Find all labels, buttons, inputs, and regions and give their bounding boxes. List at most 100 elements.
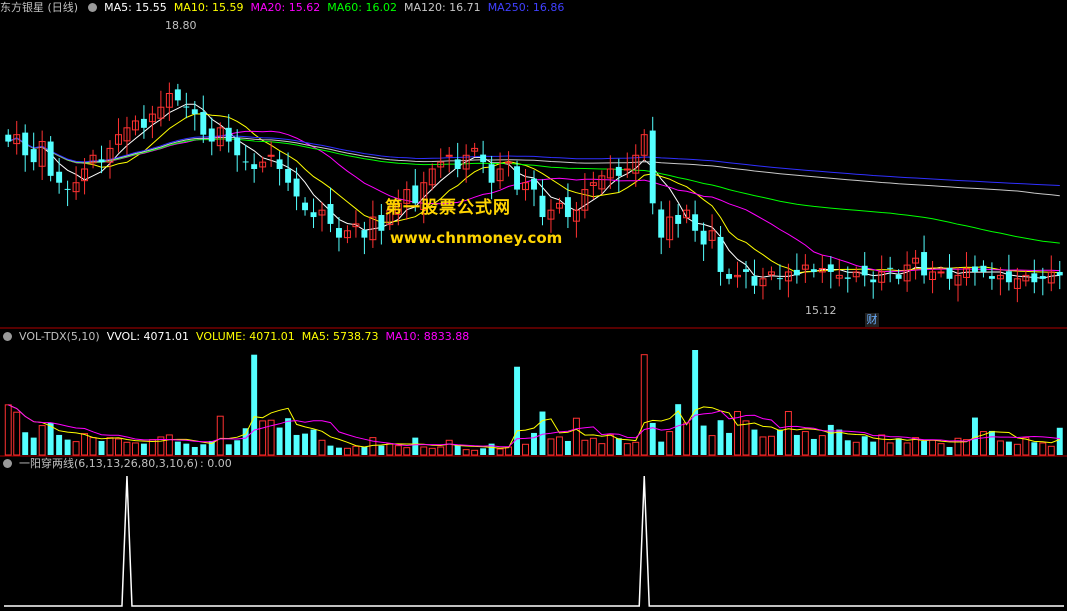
- candle-body: [225, 127, 232, 142]
- volume-bar: [1056, 427, 1063, 455]
- ma20-label: MA20: 15.62: [250, 1, 321, 14]
- candle-body: [514, 166, 521, 190]
- volume-bar: [844, 440, 851, 455]
- volume-bar: [623, 443, 631, 456]
- volume-bar: [165, 434, 173, 456]
- volume-bar: [4, 404, 12, 456]
- volume-bar: [1047, 445, 1055, 456]
- volume-bar: [428, 447, 436, 456]
- ma10-label: MA10: 15.59: [173, 1, 244, 14]
- toggle-icon[interactable]: [3, 332, 12, 341]
- volume-bar: [225, 444, 232, 455]
- vol-ma10-label: MA10: 8833.88: [385, 330, 470, 343]
- volume-bar: [335, 447, 342, 455]
- indicator-title: 一阳穿两线(6,13,13,26,80,3,10,6): [19, 457, 199, 470]
- volume-bar: [572, 417, 580, 456]
- volume-bar: [200, 444, 207, 455]
- candle-body: [183, 106, 190, 108]
- volume-bar: [403, 447, 411, 456]
- volume-bar: [606, 434, 614, 456]
- volume-bar: [352, 445, 360, 456]
- volume-bar: [615, 438, 622, 455]
- volume-bar: [234, 440, 241, 455]
- candle-body: [793, 269, 800, 276]
- volume-bar: [318, 439, 326, 456]
- volume-bar: [183, 443, 190, 455]
- candle-body: [887, 267, 894, 269]
- volume-bar: [692, 350, 699, 455]
- vvol-label: VVOL: 4071.01: [106, 330, 190, 343]
- volume-bar: [462, 449, 470, 456]
- ma60-label: MA60: 16.02: [327, 1, 397, 14]
- candle-body: [302, 202, 309, 211]
- candle-body: [743, 269, 749, 272]
- candle-body: [480, 154, 487, 163]
- candle-body: [615, 166, 622, 176]
- indicator-line: [4, 475, 1064, 607]
- volume-bar: [72, 441, 80, 456]
- signal-line: [4, 475, 1064, 607]
- volume-bar: [98, 440, 105, 455]
- volume-bar: [1031, 442, 1038, 455]
- candle-body: [454, 159, 461, 169]
- volume-bar: [310, 429, 317, 455]
- volume-bar: [784, 411, 792, 456]
- candle-body: [445, 154, 453, 157]
- volume-bar: [810, 438, 817, 455]
- finance-marker[interactable]: 财: [865, 313, 879, 327]
- volume-bar: [564, 440, 571, 455]
- volume-bar: [700, 425, 707, 455]
- volume-bar: [759, 436, 767, 456]
- volume-bar: [30, 437, 37, 455]
- candle-body: [310, 212, 317, 218]
- volume-bar: [302, 433, 309, 455]
- volume-bar: [454, 444, 461, 455]
- volume-bar: [293, 434, 300, 455]
- volume-bar: [742, 420, 750, 456]
- volume-bar: [259, 420, 267, 456]
- volume-bar: [878, 434, 886, 456]
- volume-bar: [64, 439, 71, 455]
- volume-bar: [1022, 437, 1030, 456]
- volume-bar: [285, 418, 292, 455]
- toggle-icon[interactable]: [88, 3, 98, 12]
- ma5-label: MA5: 15.55: [104, 1, 167, 14]
- volume-bar: [115, 438, 122, 456]
- volume-bar: [38, 425, 46, 456]
- candle-body: [64, 188, 71, 190]
- candle-body: [140, 118, 147, 128]
- candle-body: [564, 197, 571, 218]
- candle-body: [488, 164, 495, 183]
- candle-body: [844, 277, 851, 279]
- volume-bar: [140, 443, 147, 455]
- volume-bar: [801, 431, 809, 456]
- candle-body: [251, 164, 258, 169]
- candle-body: [327, 204, 334, 224]
- ma250-label: MA250: 16.86: [487, 1, 565, 14]
- candle-body: [921, 252, 928, 276]
- volume-bar: [827, 424, 834, 455]
- candle-body: [870, 279, 877, 283]
- volume-panel-header: VOL-TDX(5,10) VVOL: 4071.01 VOLUME: 4071.0…: [0, 329, 476, 345]
- volume-bar: [471, 449, 479, 456]
- candle-body: [234, 137, 241, 156]
- candle-body: [776, 278, 783, 280]
- volume-bar: [106, 437, 114, 456]
- volume-bar: [895, 438, 902, 455]
- volume-bar: [412, 437, 419, 455]
- candle-body: [531, 178, 537, 190]
- candle-body: [378, 214, 385, 231]
- candle-body: [47, 141, 54, 176]
- candle-body: [751, 276, 758, 286]
- indicator-panel-header: 一阳穿两线(6,13,13,26,80,3,10,6): 0.00: [0, 456, 239, 472]
- volume-bar: [13, 411, 21, 456]
- volume-bar: [581, 439, 589, 456]
- candle-body: [971, 266, 978, 272]
- volume-bar: [912, 437, 920, 456]
- toggle-icon[interactable]: [3, 459, 12, 468]
- volume-bar: [81, 433, 89, 456]
- volume-bar: [946, 446, 953, 455]
- volume-bar: [818, 435, 826, 456]
- candlestick-series: [5, 82, 1063, 303]
- volume-bar: [1039, 442, 1047, 456]
